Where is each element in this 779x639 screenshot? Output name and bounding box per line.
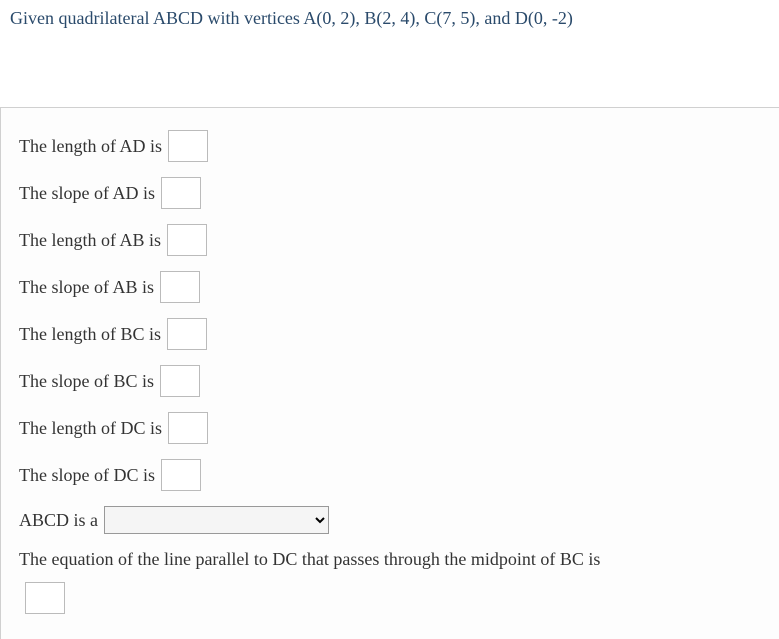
row-abcd-type: ABCD is a: [19, 506, 761, 534]
label-length-ad: The length of AD is: [19, 136, 162, 157]
row-slope-ab: The slope of AB is: [19, 271, 761, 303]
row-slope-dc: The slope of DC is: [19, 459, 761, 491]
label-slope-ad: The slope of AD is: [19, 183, 155, 204]
input-length-ad[interactable]: [168, 130, 208, 162]
input-slope-ad[interactable]: [161, 177, 201, 209]
label-slope-bc: The slope of BC is: [19, 371, 154, 392]
input-length-dc[interactable]: [168, 412, 208, 444]
select-abcd-type[interactable]: [104, 506, 329, 534]
input-length-bc[interactable]: [167, 318, 207, 350]
input-length-ab[interactable]: [167, 224, 207, 256]
label-length-ab: The length of AB is: [19, 230, 161, 251]
input-slope-ab[interactable]: [160, 271, 200, 303]
row-length-bc: The length of BC is: [19, 318, 761, 350]
answer-container: The length of AD is The slope of AD is T…: [0, 107, 779, 639]
row-slope-ad: The slope of AD is: [19, 177, 761, 209]
row-length-dc: The length of DC is: [19, 412, 761, 444]
label-slope-dc: The slope of DC is: [19, 465, 155, 486]
row-slope-bc: The slope of BC is: [19, 365, 761, 397]
row-equation-answer: [19, 582, 761, 614]
row-length-ab: The length of AB is: [19, 224, 761, 256]
label-length-dc: The length of DC is: [19, 418, 162, 439]
input-slope-dc[interactable]: [161, 459, 201, 491]
label-abcd-is: ABCD is a: [19, 510, 98, 531]
label-equation: The equation of the line parallel to DC …: [19, 549, 761, 570]
input-slope-bc[interactable]: [160, 365, 200, 397]
input-equation-answer[interactable]: [25, 582, 65, 614]
question-prompt: Given quadrilateral ABCD with vertices A…: [0, 0, 779, 29]
row-length-ad: The length of AD is: [19, 130, 761, 162]
label-length-bc: The length of BC is: [19, 324, 161, 345]
label-slope-ab: The slope of AB is: [19, 277, 154, 298]
